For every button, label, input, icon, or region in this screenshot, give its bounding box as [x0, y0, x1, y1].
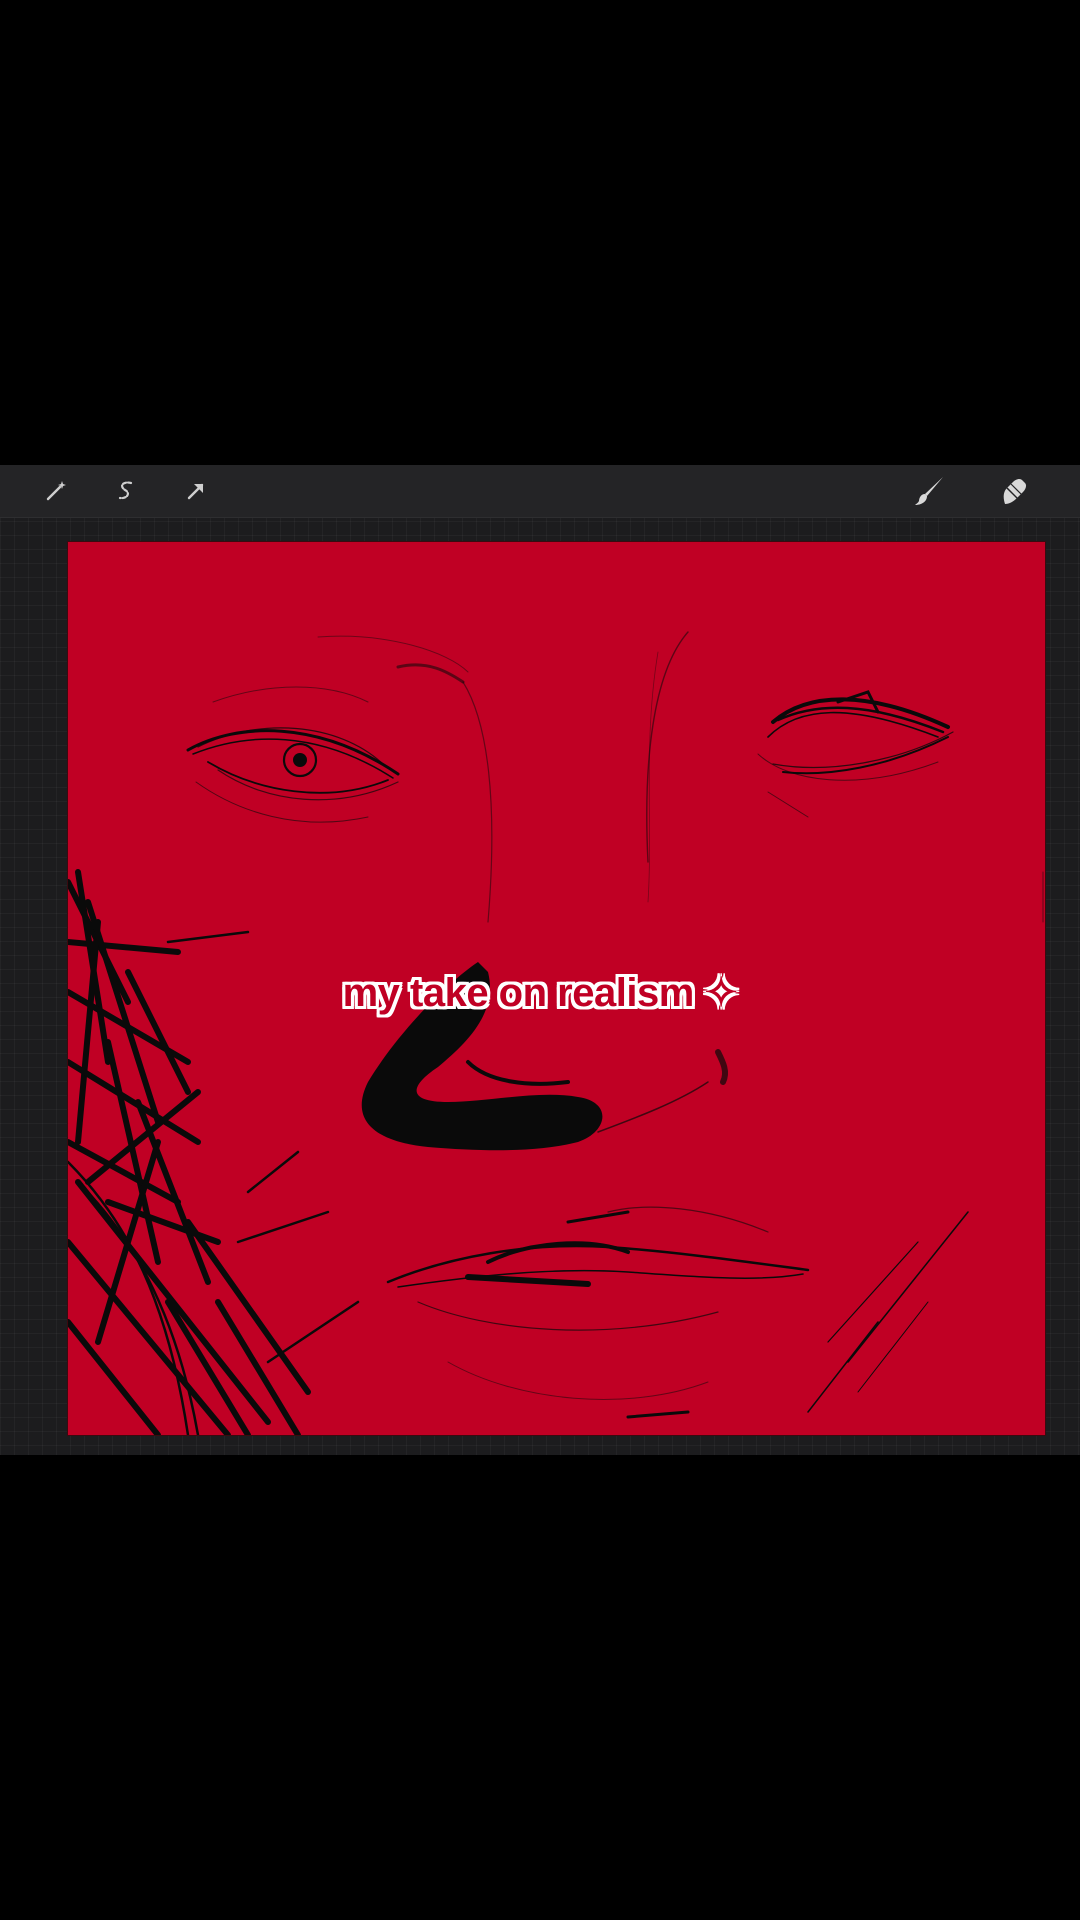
drawing-app-window: [0, 465, 1080, 1455]
right-eye-sketch: [757, 690, 954, 818]
smudge-button[interactable]: [994, 471, 1034, 511]
transform-button[interactable]: [176, 471, 216, 511]
lips-sketch: [386, 1206, 810, 1331]
left-eye-sketch: [186, 686, 400, 823]
caption-text: my take on realism: [342, 971, 695, 1015]
screen: my take on realism ✧: [0, 0, 1080, 1920]
magic-wand-icon: [46, 481, 66, 501]
hair-scribbles: [68, 869, 311, 1435]
transform-arrow-icon: [187, 483, 204, 500]
selection-icon: [118, 481, 133, 500]
brush-icon: [915, 477, 943, 505]
selection-button[interactable]: [106, 471, 146, 511]
brush-button[interactable]: [910, 471, 950, 511]
smudge-icon: [1003, 478, 1027, 504]
top-toolbar: [0, 465, 1080, 518]
sparkle-icon: ✧: [704, 971, 738, 1015]
video-caption: my take on realism ✧: [0, 970, 1080, 1016]
adjustments-wand-button[interactable]: [36, 471, 76, 511]
